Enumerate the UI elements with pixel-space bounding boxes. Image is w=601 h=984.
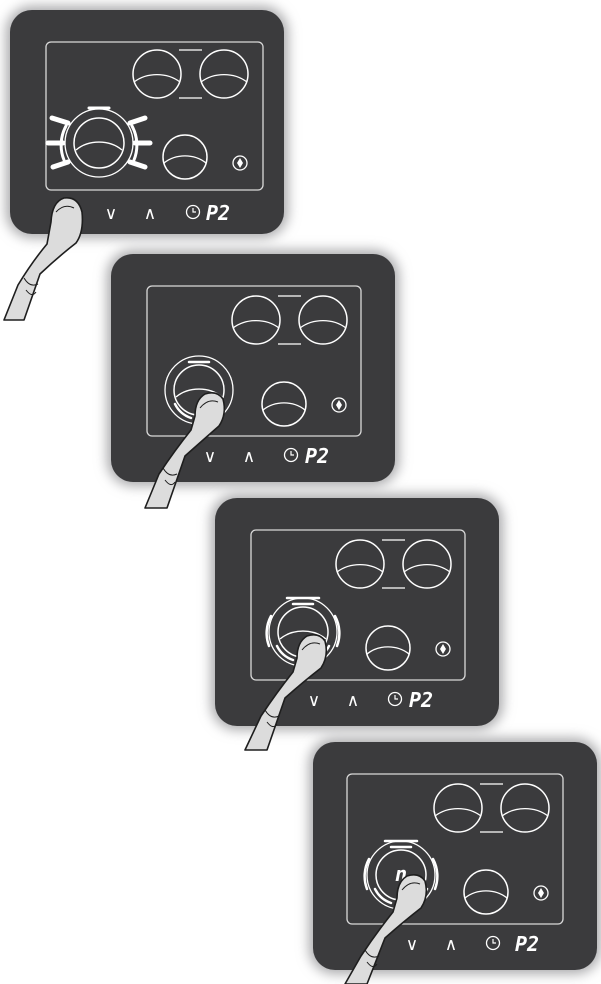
cooktop-panel: [10, 10, 284, 234]
up-button[interactable]: ∧: [445, 935, 457, 955]
down-button[interactable]: ∨: [406, 935, 418, 955]
step-2-panel: ∨ ∧ P2: [101, 244, 401, 514]
up-button[interactable]: ∧: [243, 447, 255, 467]
up-button[interactable]: ∧: [347, 691, 359, 711]
up-button[interactable]: ∧: [144, 204, 156, 224]
down-button[interactable]: ∨: [204, 447, 216, 467]
program-display: P2: [515, 932, 539, 956]
program-display: P2: [409, 688, 433, 712]
down-button[interactable]: ∨: [105, 204, 117, 224]
program-display: P2: [206, 201, 230, 225]
program-display: P2: [305, 444, 329, 468]
down-button[interactable]: ∨: [308, 691, 320, 711]
step-4-panel: n ∨ ∧ P2: [303, 732, 601, 984]
step-3-panel: ∨ ∧ P2: [205, 488, 505, 758]
